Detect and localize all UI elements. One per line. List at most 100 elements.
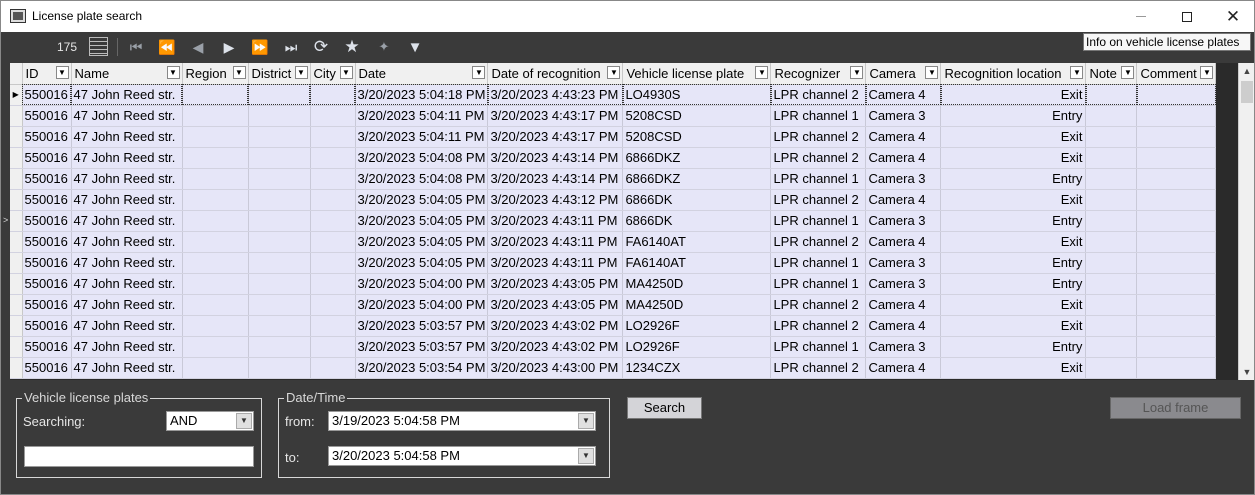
- table-cell[interactable]: [248, 168, 311, 190]
- table-cell[interactable]: 3/20/2023 5:04:00 PM: [355, 273, 489, 295]
- scroll-up-icon[interactable]: ▲: [1239, 63, 1255, 79]
- table-cell[interactable]: Camera 4: [865, 84, 942, 106]
- table-cell[interactable]: 5208CSD: [622, 126, 772, 148]
- table-cell[interactable]: [1136, 105, 1217, 127]
- table-cell[interactable]: 47 John Reed str.: [71, 336, 183, 358]
- table-cell[interactable]: 3/20/2023 4:43:14 PM: [487, 147, 624, 169]
- table-cell[interactable]: [1085, 252, 1138, 274]
- table-cell[interactable]: [182, 357, 249, 379]
- column-header-date[interactable]: Date ▼: [355, 63, 489, 85]
- table-cell[interactable]: [182, 147, 249, 169]
- column-header-city[interactable]: City ▼: [310, 63, 356, 85]
- table-cell[interactable]: 3/20/2023 4:43:00 PM: [487, 357, 624, 379]
- column-filter-icon[interactable]: ▼: [755, 66, 769, 79]
- table-cell[interactable]: 47 John Reed str.: [71, 168, 183, 190]
- filter-icon[interactable]: ▼: [404, 37, 426, 57]
- table-cell[interactable]: Camera 4: [865, 294, 942, 316]
- row-selector[interactable]: [10, 315, 23, 337]
- table-cell[interactable]: 3/20/2023 5:03:57 PM: [355, 315, 489, 337]
- table-row[interactable]: 550016 47 John Reed str. 3/20/2023 5:04:00…: [10, 294, 1217, 316]
- column-header-id[interactable]: ID ▼: [22, 63, 72, 85]
- row-selector[interactable]: [10, 273, 23, 295]
- table-cell[interactable]: 47 John Reed str.: [71, 252, 183, 274]
- table-cell[interactable]: [1085, 336, 1138, 358]
- table-cell[interactable]: 550016: [22, 147, 72, 169]
- table-cell[interactable]: 3/20/2023 5:04:00 PM: [355, 294, 489, 316]
- table-cell[interactable]: 3/20/2023 5:03:54 PM: [355, 357, 489, 379]
- table-cell[interactable]: Exit: [940, 84, 1087, 106]
- column-header-note[interactable]: Note ▼: [1085, 63, 1138, 85]
- row-selector[interactable]: [10, 210, 23, 232]
- table-cell[interactable]: LPR channel 2: [770, 357, 867, 379]
- load-frame-button[interactable]: Load frame: [1110, 397, 1241, 419]
- table-cell[interactable]: LPR channel 2: [770, 231, 867, 253]
- table-cell[interactable]: LPR channel 1: [770, 168, 867, 190]
- row-selector[interactable]: [10, 336, 23, 358]
- table-cell[interactable]: 6866DK: [622, 189, 772, 211]
- table-cell[interactable]: 550016: [22, 357, 72, 379]
- table-cell[interactable]: [182, 336, 249, 358]
- table-cell[interactable]: Camera 3: [865, 336, 942, 358]
- favorite-icon[interactable]: ★: [341, 37, 363, 57]
- column-filter-icon[interactable]: ▼: [1121, 66, 1135, 79]
- table-cell[interactable]: LPR channel 2: [770, 126, 867, 148]
- grid-view-icon[interactable]: [89, 37, 108, 56]
- row-selector[interactable]: [10, 294, 23, 316]
- column-header-comment[interactable]: Comment ▼: [1136, 63, 1217, 85]
- table-cell[interactable]: Exit: [940, 126, 1087, 148]
- table-cell[interactable]: [182, 189, 249, 211]
- table-cell[interactable]: [310, 273, 356, 295]
- table-cell[interactable]: [1136, 273, 1217, 295]
- table-cell[interactable]: 3/20/2023 5:04:08 PM: [355, 147, 489, 169]
- table-cell[interactable]: [310, 252, 356, 274]
- table-cell[interactable]: [248, 126, 311, 148]
- column-filter-icon[interactable]: ▼: [1070, 66, 1084, 79]
- row-selector[interactable]: [10, 357, 23, 379]
- table-cell[interactable]: [310, 210, 356, 232]
- table-cell[interactable]: Camera 3: [865, 252, 942, 274]
- table-cell[interactable]: Entry: [940, 210, 1087, 232]
- table-cell[interactable]: 3/20/2023 5:04:11 PM: [355, 105, 489, 127]
- previous-icon[interactable]: ◀: [187, 37, 209, 57]
- table-cell[interactable]: [1085, 168, 1138, 190]
- table-cell[interactable]: Camera 4: [865, 315, 942, 337]
- table-cell[interactable]: LPR channel 1: [770, 210, 867, 232]
- table-cell[interactable]: 47 John Reed str.: [71, 126, 183, 148]
- table-cell[interactable]: 3/20/2023 5:04:05 PM: [355, 231, 489, 253]
- table-cell[interactable]: [310, 168, 356, 190]
- table-cell[interactable]: 3/20/2023 5:04:05 PM: [355, 210, 489, 232]
- table-cell[interactable]: Camera 4: [865, 126, 942, 148]
- table-cell[interactable]: Entry: [940, 105, 1087, 127]
- table-cell[interactable]: LPR channel 2: [770, 84, 867, 106]
- column-filter-icon[interactable]: ▼: [1200, 66, 1214, 79]
- table-row[interactable]: 550016 47 John Reed str. 3/20/2023 5:03:57…: [10, 336, 1217, 358]
- date-from-picker[interactable]: 3/19/2023 5:04:58 PM ▼: [328, 411, 596, 431]
- last-page-icon[interactable]: ⏭: [280, 37, 302, 57]
- table-cell[interactable]: MA4250D: [622, 294, 772, 316]
- table-cell[interactable]: MA4250D: [622, 273, 772, 295]
- table-cell[interactable]: Camera 3: [865, 273, 942, 295]
- table-cell[interactable]: [1136, 189, 1217, 211]
- refresh-icon[interactable]: ⟳: [310, 37, 332, 57]
- table-row[interactable]: 550016 47 John Reed str. 3/20/2023 5:04:11…: [10, 126, 1217, 148]
- table-cell[interactable]: 47 John Reed str.: [71, 189, 183, 211]
- table-cell[interactable]: 47 John Reed str.: [71, 84, 183, 106]
- table-cell[interactable]: [1136, 315, 1217, 337]
- row-selector[interactable]: ▶: [10, 84, 23, 106]
- search-button[interactable]: Search: [627, 397, 702, 419]
- table-cell[interactable]: 6866DK: [622, 210, 772, 232]
- table-cell[interactable]: Camera 4: [865, 231, 942, 253]
- table-cell[interactable]: [310, 105, 356, 127]
- table-cell[interactable]: [1085, 231, 1138, 253]
- table-cell[interactable]: Exit: [940, 231, 1087, 253]
- table-cell[interactable]: 3/20/2023 5:04:18 PM: [355, 84, 489, 106]
- table-cell[interactable]: [1085, 126, 1138, 148]
- table-cell[interactable]: [310, 147, 356, 169]
- table-row[interactable]: 550016 47 John Reed str. 3/20/2023 5:04:08…: [10, 168, 1217, 190]
- table-cell[interactable]: 550016: [22, 231, 72, 253]
- next-icon[interactable]: ▶: [218, 37, 240, 57]
- table-cell[interactable]: 47 John Reed str.: [71, 210, 183, 232]
- table-cell[interactable]: [182, 252, 249, 274]
- table-cell[interactable]: [1085, 84, 1138, 106]
- table-cell[interactable]: [1136, 210, 1217, 232]
